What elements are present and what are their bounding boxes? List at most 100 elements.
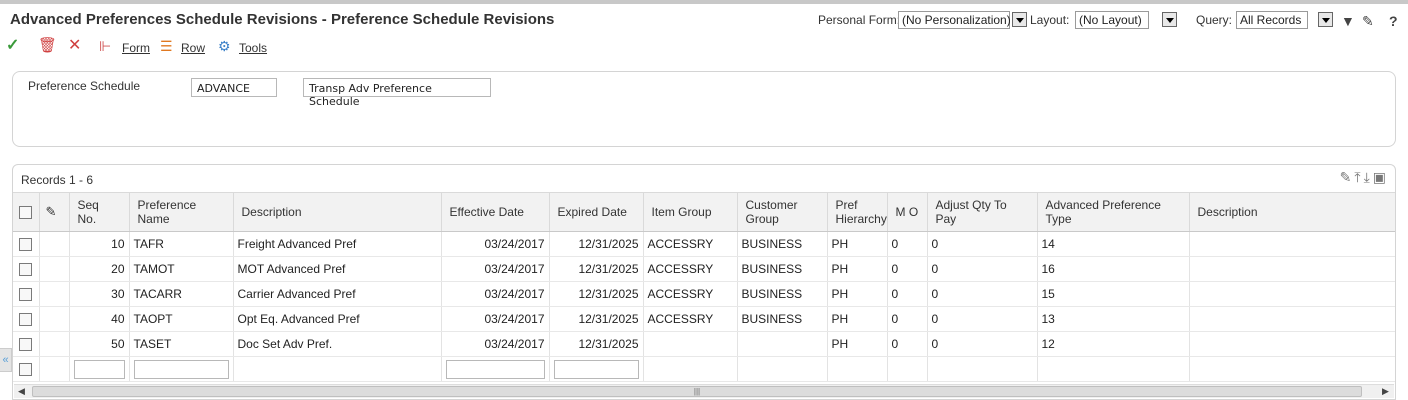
mo-cell[interactable]: 0 bbox=[887, 281, 928, 307]
pref-hierarchy-cell[interactable]: PH bbox=[827, 231, 888, 257]
description-2-cell[interactable] bbox=[1189, 256, 1395, 282]
col-expired-date[interactable]: Expired Date bbox=[549, 192, 644, 232]
scroll-left-icon[interactable]: ◀ bbox=[18, 386, 25, 397]
mo-cell[interactable]: 0 bbox=[887, 306, 928, 332]
new-expired-date-cell[interactable] bbox=[549, 356, 644, 382]
item-group-cell[interactable] bbox=[643, 331, 738, 357]
select-all-header[interactable] bbox=[13, 192, 40, 232]
seq-no-cell[interactable]: 40 bbox=[69, 306, 130, 332]
col-preference-name[interactable]: Preference Name bbox=[129, 192, 234, 232]
col-description-2[interactable]: Description bbox=[1189, 192, 1395, 232]
item-group-cell[interactable]: ACCESSRY bbox=[643, 281, 738, 307]
description-cell[interactable]: Carrier Advanced Pref bbox=[233, 281, 442, 307]
new-expired-date-input[interactable] bbox=[553, 359, 639, 379]
adjust-qty-cell[interactable]: 0 bbox=[927, 231, 1038, 257]
col-advanced-preference-type[interactable]: Advanced Preference Type bbox=[1037, 192, 1190, 232]
seq-no-cell[interactable]: 50 bbox=[69, 331, 130, 357]
preference-name-cell[interactable]: TACARR bbox=[129, 281, 234, 307]
pref-hierarchy-cell[interactable]: PH bbox=[827, 331, 888, 357]
customer-group-cell[interactable]: BUSINESS bbox=[737, 281, 828, 307]
grid-export-icon[interactable]: ▣ bbox=[1373, 169, 1389, 185]
description-2-cell[interactable] bbox=[1189, 306, 1395, 332]
new-effective-date-input[interactable] bbox=[445, 359, 545, 379]
preference-name-cell[interactable]: TASET bbox=[129, 331, 234, 357]
effective-date-cell[interactable]: 03/24/2017 bbox=[441, 306, 550, 332]
table-row[interactable]: 30 TACARR Carrier Advanced Pref 03/24/2017 1… bbox=[13, 281, 1395, 307]
scrollbar-thumb[interactable]: ||| bbox=[32, 386, 1362, 397]
adjust-qty-cell[interactable]: 0 bbox=[927, 281, 1038, 307]
row-checkbox[interactable] bbox=[19, 263, 32, 277]
form-menu-icon[interactable]: ⊩ bbox=[99, 38, 111, 54]
adjust-qty-cell[interactable]: 0 bbox=[927, 306, 1038, 332]
advanced-preference-type-cell[interactable]: 13 bbox=[1037, 306, 1190, 332]
layout-select[interactable]: (No Layout) bbox=[1075, 11, 1149, 29]
mo-cell[interactable]: 0 bbox=[887, 331, 928, 357]
col-pref-hierarchy[interactable]: Pref Hierarchy bbox=[827, 192, 888, 232]
col-adjust-qty[interactable]: Adjust Qty To Pay bbox=[927, 192, 1038, 232]
expired-date-cell[interactable]: 12/31/2025 bbox=[549, 331, 644, 357]
scroll-right-icon[interactable]: ▶ bbox=[1382, 386, 1389, 397]
description-cell[interactable]: MOT Advanced Pref bbox=[233, 256, 442, 282]
customer-group-cell[interactable]: BUSINESS bbox=[737, 306, 828, 332]
collapse-panel-tab[interactable]: « bbox=[0, 348, 12, 372]
col-item-group[interactable]: Item Group bbox=[643, 192, 738, 232]
row-select-cell[interactable] bbox=[13, 331, 40, 357]
tools-menu-label[interactable]: Tools bbox=[239, 41, 267, 55]
grid-upload-icon[interactable]: ⤒ bbox=[1354, 169, 1363, 185]
item-group-cell[interactable]: ACCESSRY bbox=[643, 306, 738, 332]
preference-name-cell[interactable]: TAMOT bbox=[129, 256, 234, 282]
adjust-qty-cell[interactable]: 0 bbox=[927, 256, 1038, 282]
customer-group-cell[interactable]: BUSINESS bbox=[737, 231, 828, 257]
effective-date-cell[interactable]: 03/24/2017 bbox=[441, 281, 550, 307]
tools-gear-icon[interactable]: ⚙ bbox=[218, 38, 231, 54]
col-mo[interactable]: M O bbox=[887, 192, 928, 232]
seq-no-cell[interactable]: 30 bbox=[69, 281, 130, 307]
table-row[interactable]: 10 TAFR Freight Advanced Pref 03/24/2017 12/… bbox=[13, 231, 1395, 257]
expired-date-cell[interactable]: 12/31/2025 bbox=[549, 256, 644, 282]
advanced-preference-type-cell[interactable]: 12 bbox=[1037, 331, 1190, 357]
col-seq-no[interactable]: Seq No. bbox=[69, 192, 130, 232]
edit-query-icon[interactable]: ✎ bbox=[1362, 13, 1374, 30]
select-all-checkbox[interactable] bbox=[19, 206, 32, 220]
form-menu-label[interactable]: Form bbox=[122, 41, 150, 55]
expired-date-cell[interactable]: 12/31/2025 bbox=[549, 231, 644, 257]
effective-date-cell[interactable]: 03/24/2017 bbox=[441, 331, 550, 357]
grid-download-icon[interactable]: ⤓ bbox=[1364, 169, 1373, 185]
mo-cell[interactable]: 0 bbox=[887, 231, 928, 257]
expired-date-cell[interactable]: 12/31/2025 bbox=[549, 281, 644, 307]
preference-name-cell[interactable]: TAOPT bbox=[129, 306, 234, 332]
row-select-cell[interactable] bbox=[13, 256, 40, 282]
horizontal-scrollbar[interactable]: ◀ ||| ▶ bbox=[14, 384, 1394, 398]
row-select-cell[interactable] bbox=[13, 281, 40, 307]
row-checkbox[interactable] bbox=[19, 338, 32, 352]
delete-trash-icon[interactable]: 🗑 bbox=[38, 38, 57, 54]
advanced-preference-type-cell[interactable]: 14 bbox=[1037, 231, 1190, 257]
col-description[interactable]: Description bbox=[233, 192, 442, 232]
description-cell[interactable]: Doc Set Adv Pref. bbox=[233, 331, 442, 357]
advanced-preference-type-cell[interactable]: 15 bbox=[1037, 281, 1190, 307]
customer-group-cell[interactable]: BUSINESS bbox=[737, 256, 828, 282]
pref-hierarchy-cell[interactable]: PH bbox=[827, 281, 888, 307]
preference-name-cell[interactable]: TAFR bbox=[129, 231, 234, 257]
new-seq-no-input[interactable] bbox=[73, 359, 125, 379]
seq-no-cell[interactable]: 10 bbox=[69, 231, 130, 257]
personal-form-select[interactable]: (No Personalization) bbox=[898, 11, 1011, 29]
row-checkbox[interactable] bbox=[19, 288, 32, 302]
description-2-cell[interactable] bbox=[1189, 281, 1395, 307]
effective-date-cell[interactable]: 03/24/2017 bbox=[441, 256, 550, 282]
row-menu-label[interactable]: Row bbox=[181, 41, 205, 55]
query-dropdown-icon[interactable] bbox=[1318, 12, 1333, 27]
row-checkbox[interactable] bbox=[19, 313, 32, 327]
filter-icon[interactable]: ▼ bbox=[1341, 13, 1355, 29]
item-group-cell[interactable]: ACCESSRY bbox=[643, 231, 738, 257]
row-select-cell[interactable] bbox=[13, 306, 40, 332]
effective-date-cell[interactable]: 03/24/2017 bbox=[441, 231, 550, 257]
description-cell[interactable]: Freight Advanced Pref bbox=[233, 231, 442, 257]
expired-date-cell[interactable]: 12/31/2025 bbox=[549, 306, 644, 332]
table-row[interactable]: 50 TASET Doc Set Adv Pref. 03/24/2017 12/31/… bbox=[13, 331, 1395, 357]
description-2-cell[interactable] bbox=[1189, 231, 1395, 257]
new-seq-no-cell[interactable] bbox=[69, 356, 130, 382]
table-row[interactable]: 20 TAMOT MOT Advanced Pref 03/24/2017 12/31/… bbox=[13, 256, 1395, 282]
attachment-header-icon[interactable]: ✎ bbox=[39, 192, 70, 232]
seq-no-cell[interactable]: 20 bbox=[69, 256, 130, 282]
